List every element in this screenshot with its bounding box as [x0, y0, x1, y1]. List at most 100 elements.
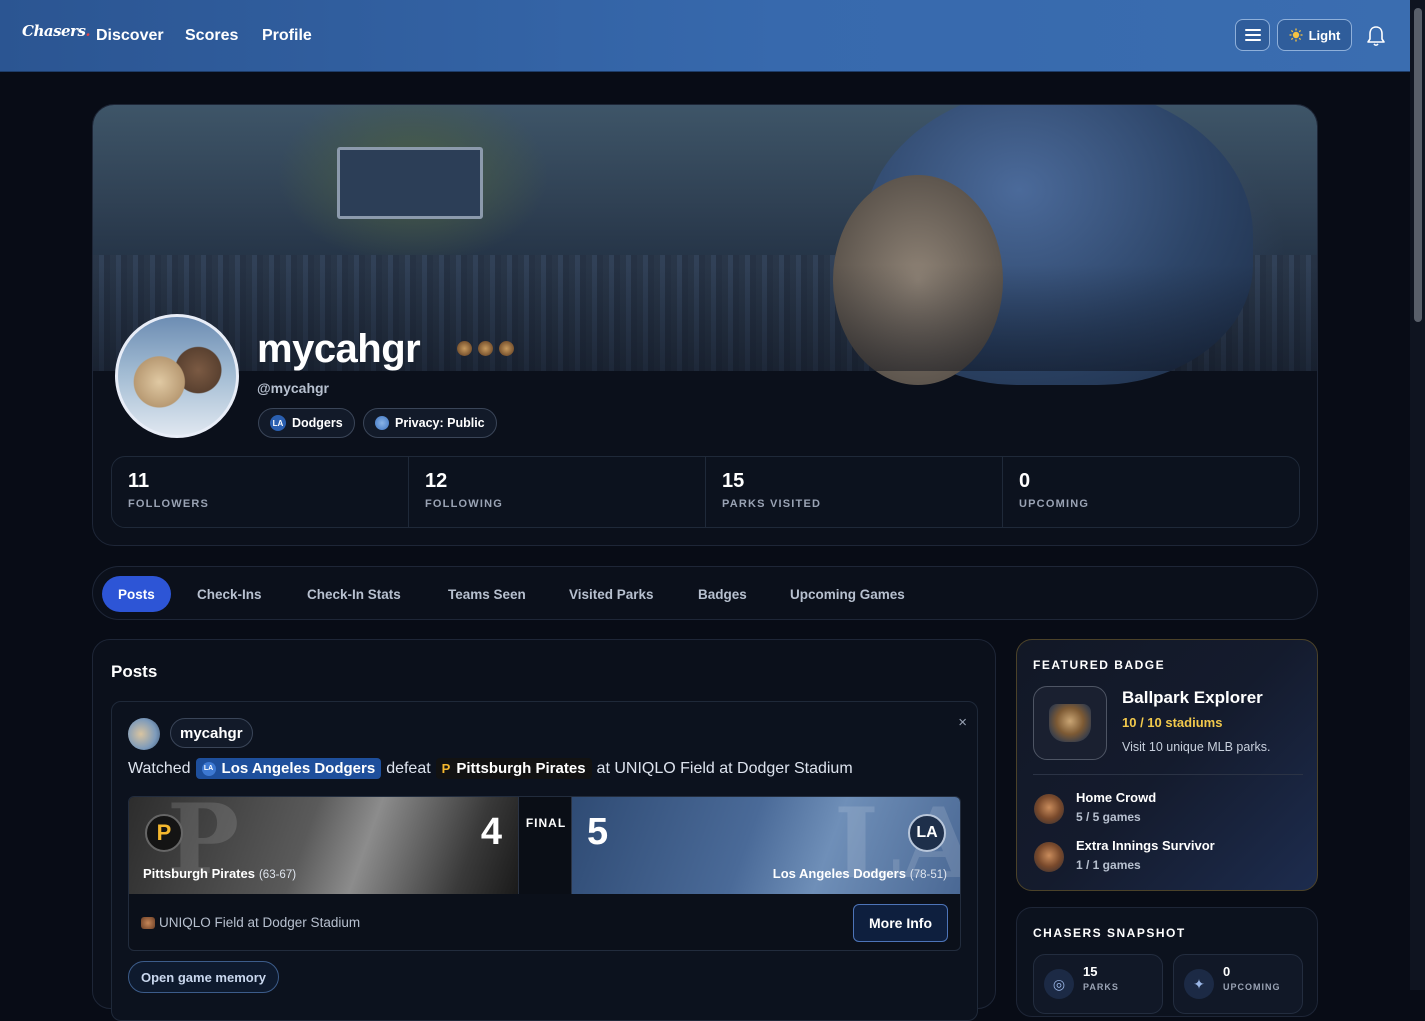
- dodgers-logo-icon: LA: [270, 415, 286, 431]
- profile-badge-icons: [457, 341, 514, 356]
- stat-value: 12: [425, 470, 448, 492]
- stadium-icon: [141, 916, 155, 929]
- favorite-team-label: Dodgers: [292, 416, 343, 430]
- tab-check-in-stats[interactable]: Check-In Stats: [291, 576, 417, 612]
- hamburger-icon: [1244, 29, 1261, 41]
- pirates-logo-icon: P: [441, 761, 451, 776]
- divider: [1033, 774, 1303, 775]
- chasers-logo[interactable]: Chasers.: [22, 22, 91, 40]
- home-team-panel: LA 5 LA Los Angeles Dodgers(78-51): [572, 797, 960, 900]
- badge-icon[interactable]: [478, 341, 493, 356]
- badge-name: Home Crowd: [1076, 790, 1157, 805]
- stat-parks-visited[interactable]: 15 PARKS VISITED: [706, 457, 1003, 527]
- ballpark-explorer-badge-icon[interactable]: [1033, 686, 1107, 760]
- close-icon[interactable]: ×: [958, 714, 967, 731]
- home-team-name: Los Angeles Dodgers: [772, 866, 906, 881]
- nav-link-discover[interactable]: Discover: [96, 27, 164, 45]
- stat-following[interactable]: 12 FOLLOWING: [409, 457, 706, 527]
- scrollbar-thumb[interactable]: [1414, 8, 1422, 322]
- stat-value: 0: [1019, 470, 1031, 492]
- post-card: mycahgr × Watched LA Los Angeles Dodgers…: [111, 701, 978, 1021]
- post-suffix: at UNIQLO Field at Dodger Stadium: [596, 759, 853, 777]
- stat-label: FOLLOWING: [425, 498, 504, 510]
- badge-icon[interactable]: [457, 341, 472, 356]
- stat-label: FOLLOWERS: [128, 498, 210, 510]
- theme-label: Light: [1308, 27, 1341, 43]
- badge-item-home-crowd[interactable]: Home Crowd 5 / 5 games: [1033, 790, 1303, 830]
- featured-badge-description: Visit 10 unique MLB parks.: [1122, 740, 1271, 754]
- featured-badge-name: Ballpark Explorer: [1122, 688, 1263, 707]
- nav-link-scores[interactable]: Scores: [185, 27, 238, 45]
- privacy-pill[interactable]: Privacy: Public: [363, 408, 497, 438]
- profile-username: mycahgr: [257, 327, 421, 371]
- theme-toggle-button[interactable]: Light: [1277, 19, 1352, 51]
- posts-title: Posts: [111, 662, 158, 681]
- post-summary: Watched LA Los Angeles Dodgers defeat P …: [128, 758, 853, 779]
- stat-followers[interactable]: 11 FOLLOWERS: [112, 457, 409, 527]
- open-game-memory-button[interactable]: Open game memory: [128, 961, 279, 993]
- top-navbar: Chasers. Discover Scores Profile Light: [0, 0, 1410, 72]
- chasers-snapshot-card: CHASERS SNAPSHOT ◎ 15 PARKS ✦ 0 UPCOMING: [1016, 907, 1318, 1017]
- badge-icon[interactable]: [499, 341, 514, 356]
- home-team-label: Los Angeles Dodgers (78-51): [773, 866, 947, 881]
- tab-badges[interactable]: Badges: [682, 576, 763, 612]
- badge-progress: 1 / 1 games: [1076, 858, 1141, 872]
- badge-emblem: [1049, 704, 1091, 742]
- post-author-pill[interactable]: mycahgr: [170, 718, 253, 748]
- privacy-label: Privacy: Public: [395, 416, 485, 430]
- menu-button[interactable]: [1235, 19, 1270, 51]
- stat-value: 15: [722, 470, 745, 492]
- game-status-column: FINAL: [518, 797, 572, 894]
- snapshot-upcoming[interactable]: ✦ 0 UPCOMING: [1173, 954, 1303, 1014]
- away-score: 4: [480, 811, 502, 853]
- nav-link-profile[interactable]: Profile: [262, 27, 312, 45]
- venue-row: UNIQLO Field at Dodger Stadium More Info: [129, 894, 960, 950]
- venue-label: UNIQLO Field at Dodger Stadium: [141, 915, 360, 930]
- snapshot-label: UPCOMING: [1223, 982, 1281, 992]
- away-team-panel: P P 4 Pittsburgh Pirates (63-67): [129, 797, 518, 896]
- winner-team-chip[interactable]: LA Los Angeles Dodgers: [195, 758, 382, 779]
- tab-visited-parks[interactable]: Visited Parks: [553, 576, 670, 612]
- page-scrollbar[interactable]: [1410, 0, 1425, 990]
- stat-label: UPCOMING: [1019, 498, 1090, 510]
- bell-icon[interactable]: [1366, 25, 1386, 47]
- globe-icon: [375, 416, 389, 430]
- badge-name: Extra Innings Survivor: [1076, 838, 1215, 853]
- logo-text: Chasers: [22, 22, 86, 40]
- extra-innings-badge-icon: [1034, 842, 1064, 872]
- game-scoreboard: P P 4 Pittsburgh Pirates(63-67) FINAL LA…: [128, 796, 961, 951]
- tab-teams-seen[interactable]: Teams Seen: [432, 576, 542, 612]
- tab-posts[interactable]: Posts: [102, 576, 171, 612]
- game-status: FINAL: [525, 816, 567, 830]
- stat-value: 11: [128, 470, 150, 492]
- target-icon: ◎: [1044, 969, 1074, 999]
- favorite-team-pill[interactable]: LA Dodgers: [258, 408, 355, 438]
- away-team-record: (63-67): [258, 869, 297, 881]
- loser-team-chip[interactable]: P Pittsburgh Pirates: [435, 758, 592, 779]
- profile-header-card: mycahgr @mycahgr LA Dodgers Privacy: Pub…: [92, 104, 1318, 546]
- snapshot-value: 15: [1083, 964, 1098, 979]
- profile-avatar: [115, 314, 239, 438]
- venue-name: UNIQLO Field at Dodger Stadium: [159, 915, 361, 930]
- sparkle-icon: ✦: [1184, 969, 1214, 999]
- tab-check-ins[interactable]: Check-Ins: [181, 576, 278, 612]
- home-crowd-badge-icon: [1034, 794, 1064, 824]
- loser-team-name: Pittsburgh Pirates: [456, 760, 586, 777]
- featured-badge-title: FEATURED BADGE: [1033, 658, 1166, 672]
- dodgers-logo-icon: LA: [201, 761, 216, 776]
- badge-progress: 5 / 5 games: [1076, 810, 1141, 824]
- profile-handle: @mycahgr: [257, 380, 330, 396]
- stat-label: PARKS VISITED: [722, 498, 822, 510]
- post-prefix: Watched: [128, 759, 191, 777]
- more-info-button[interactable]: More Info: [853, 904, 948, 942]
- snapshot-parks[interactable]: ◎ 15 PARKS: [1033, 954, 1163, 1014]
- tab-upcoming-games[interactable]: Upcoming Games: [774, 576, 921, 612]
- featured-badge-progress: 10 / 10 stadiums: [1122, 715, 1223, 730]
- profile-stats: 11 FOLLOWERS 12 FOLLOWING 15 PARKS VISIT…: [111, 456, 1300, 528]
- sun-icon: [1289, 28, 1303, 42]
- badge-item-extra-innings-survivor[interactable]: Extra Innings Survivor 1 / 1 games: [1033, 838, 1303, 878]
- dodgers-watermark-icon: LA: [834, 796, 960, 900]
- post-verb: defeat: [386, 759, 431, 777]
- stat-upcoming[interactable]: 0 UPCOMING: [1003, 457, 1299, 527]
- post-author-avatar[interactable]: [128, 718, 160, 750]
